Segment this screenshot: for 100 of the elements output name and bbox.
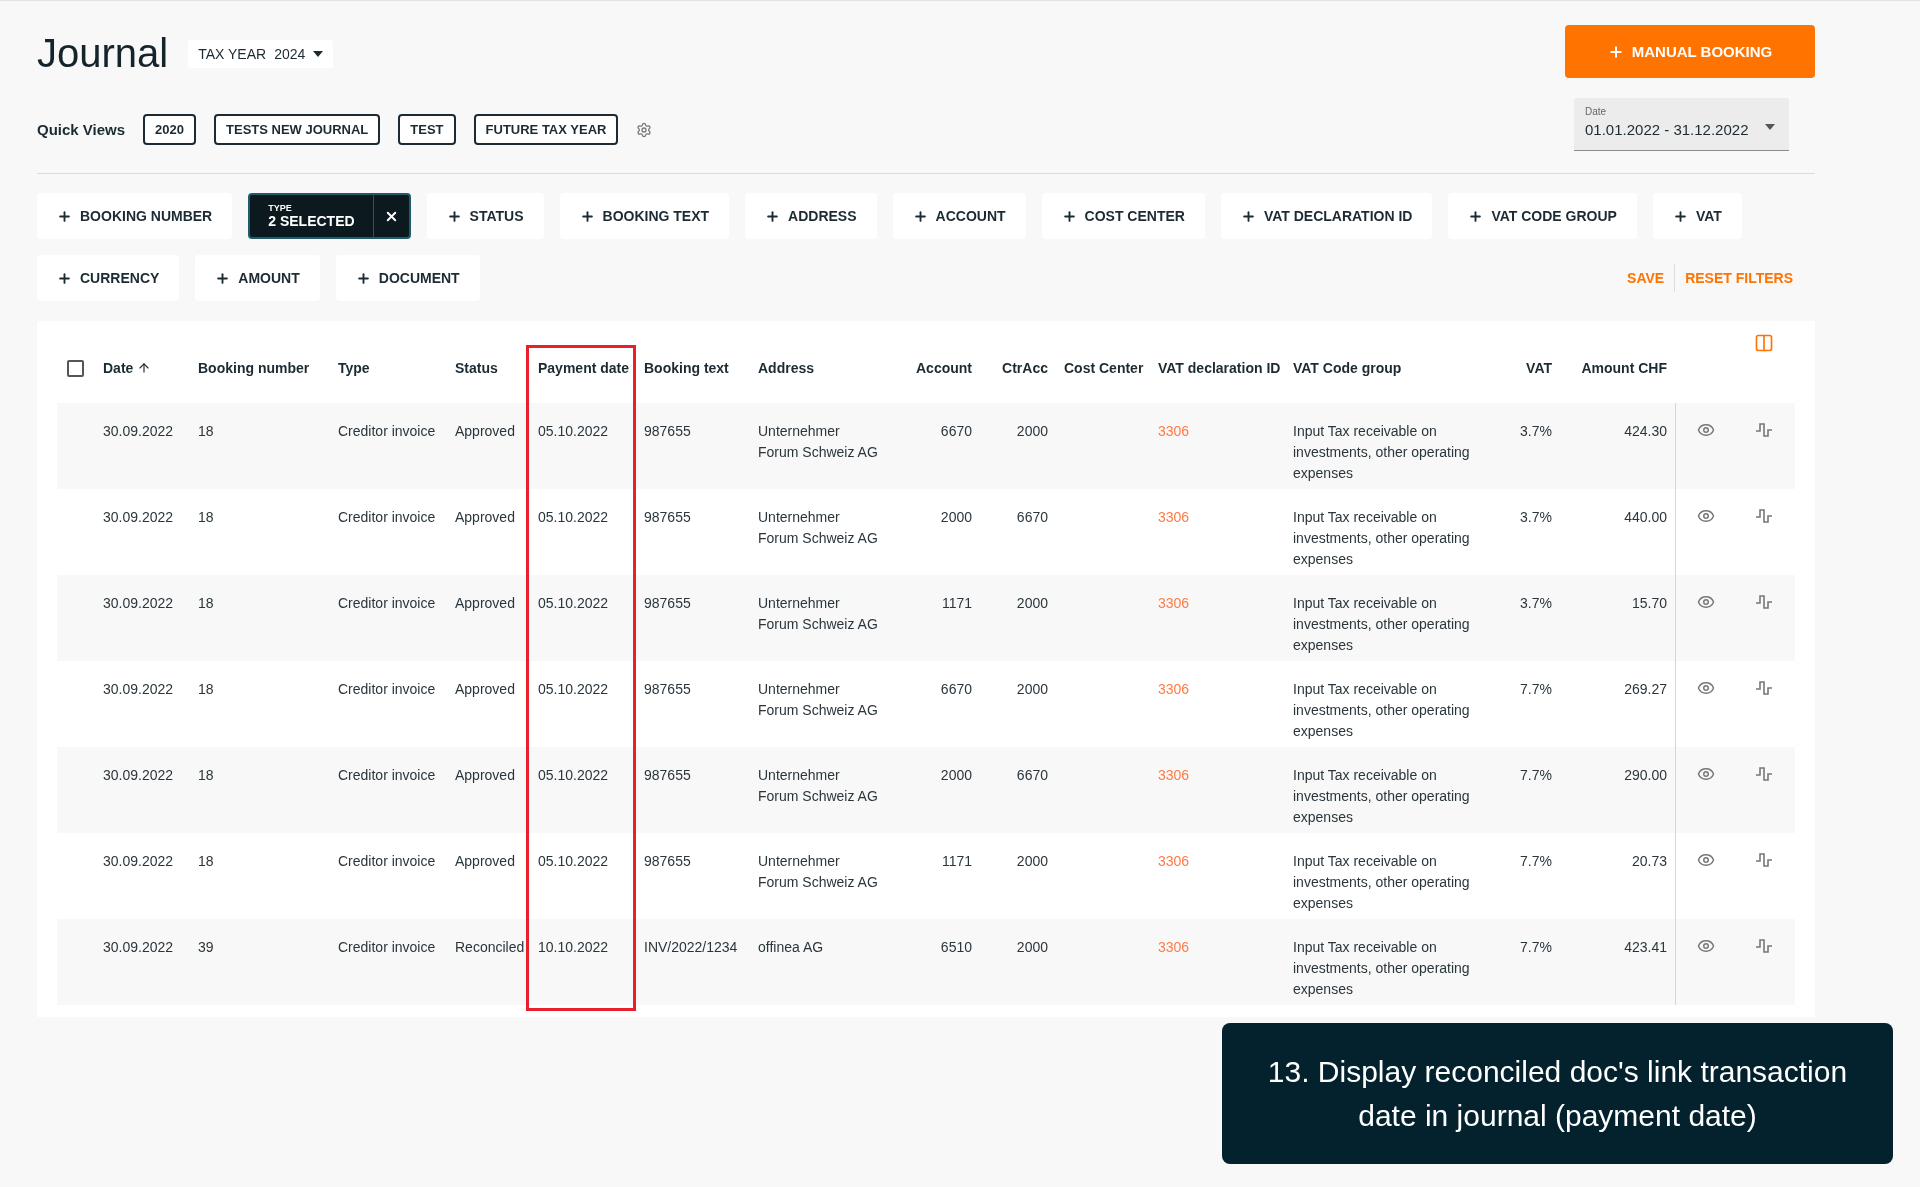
table-cell-text: Input Tax receivable on investments, other operating expenses xyxy=(1292,422,1471,483)
table-cell-text: 6670 xyxy=(939,680,973,699)
add-filter-button[interactable]: VAT DECLARATION ID xyxy=(1220,193,1433,239)
step-line-icon xyxy=(1755,507,1773,525)
table-cell-text: 20.73 xyxy=(1630,852,1668,871)
columns-icon[interactable] xyxy=(1754,333,1774,353)
table-cell-text: offinea AG xyxy=(757,938,825,957)
plus-icon xyxy=(355,270,371,286)
step-line-icon xyxy=(1755,679,1773,697)
column-header[interactable]: Date xyxy=(95,360,190,376)
table-cell-text: Input Tax receivable on investments, other operating expenses xyxy=(1292,680,1471,741)
table-cell-text: 18 xyxy=(197,766,215,785)
table-cell-text: 424.30 xyxy=(1623,422,1668,441)
table-cell-text: 987655 xyxy=(643,594,692,613)
column-header[interactable]: Booking number xyxy=(190,360,330,376)
table-cell-text: 987655 xyxy=(643,680,692,699)
add-filter-button[interactable]: AMOUNT xyxy=(195,255,320,301)
add-filter-button[interactable]: STATUS xyxy=(426,193,544,239)
table-cell-text: Unternehmer Forum Schweiz AG xyxy=(757,852,879,892)
table-cell-text: Creditor invoice xyxy=(337,938,437,957)
type-filter-button[interactable]: TYPE 2 SELECTED xyxy=(250,195,373,237)
table-cell-text: Approved xyxy=(454,594,516,613)
table-cell-text: 05.10.2022 xyxy=(537,422,610,441)
column-header[interactable]: Type xyxy=(330,360,447,376)
add-filter-button[interactable]: BOOKING NUMBER xyxy=(37,193,233,239)
column-header[interactable]: VAT Code group xyxy=(1285,360,1500,376)
table-cell-text: 987655 xyxy=(643,422,692,441)
table-cell-text: 6510 xyxy=(939,938,973,957)
table-cell-text: 7.7% xyxy=(1519,852,1553,871)
table-cell-text: 3.7% xyxy=(1519,594,1553,613)
plus-icon xyxy=(1672,208,1688,224)
table-cell-text: 18 xyxy=(197,594,215,613)
table-cell-text: Creditor invoice xyxy=(337,852,437,871)
table-cell-text: 7.7% xyxy=(1519,938,1553,957)
page-title: Journal xyxy=(37,31,169,76)
add-filter-button[interactable]: DOCUMENT xyxy=(335,255,480,301)
table-cell-text: 05.10.2022 xyxy=(537,766,610,785)
caret-icon xyxy=(1765,124,1775,130)
table-cell-text: Unternehmer Forum Schweiz AG xyxy=(757,766,879,806)
table-cell-text: 10.10.2022 xyxy=(537,938,610,957)
table-cell-text: Creditor invoice xyxy=(337,680,437,699)
quick-view-chip[interactable]: FUTURE TAX YEAR xyxy=(473,114,619,145)
add-filter-button[interactable]: VAT xyxy=(1652,193,1742,239)
table-cell-text: 987655 xyxy=(643,852,692,871)
table-cell-text: Input Tax receivable on investments, other operating expenses xyxy=(1292,508,1471,569)
table-cell-text: Creditor invoice xyxy=(337,594,437,613)
table-cell-text: 2000 xyxy=(1015,852,1049,871)
table-cell-text: 18 xyxy=(197,852,215,871)
column-header[interactable]: Cost Center xyxy=(1056,360,1150,376)
table-cell-text: Approved xyxy=(454,766,516,785)
plus-icon xyxy=(57,208,72,224)
plus-icon xyxy=(1240,208,1256,224)
add-filter-button[interactable]: CURRENCY xyxy=(37,255,180,301)
quick-view-chip[interactable]: TESTS NEW JOURNAL xyxy=(214,114,381,145)
quick-view-chip[interactable]: TEST xyxy=(398,114,456,145)
add-filter-button[interactable]: ADDRESS xyxy=(745,193,877,239)
table-cell-text: Unternehmer Forum Schweiz AG xyxy=(757,422,879,462)
table-cell-text: 6670 xyxy=(1015,508,1049,527)
column-header[interactable]: Payment date xyxy=(530,360,636,376)
table-cell-text: 05.10.2022 xyxy=(537,852,610,871)
add-filter-button[interactable]: ACCOUNT xyxy=(892,193,1026,239)
column-header[interactable]: VAT xyxy=(1500,360,1560,376)
column-header[interactable]: VAT declaration ID xyxy=(1150,360,1285,376)
step-line-icon xyxy=(1755,765,1773,783)
table-cell-text: 18 xyxy=(197,508,215,527)
table-cell-text: 30.09.2022 xyxy=(102,766,175,785)
plus-icon xyxy=(912,208,928,224)
eye-icon xyxy=(1696,679,1715,697)
table-cell-text: 3.7% xyxy=(1519,508,1553,527)
add-filter-button[interactable]: BOOKING TEXT xyxy=(559,193,730,239)
add-filter-button[interactable]: COST CENTER xyxy=(1041,193,1205,239)
column-header[interactable]: Account xyxy=(900,360,980,376)
table-cell-text: 3.7% xyxy=(1519,422,1553,441)
table-cell-text: 440.00 xyxy=(1623,508,1668,527)
caret-icon xyxy=(313,50,324,57)
tax-year-select[interactable]: TAX YEAR 2024 xyxy=(188,39,334,68)
column-header[interactable]: Booking text xyxy=(636,360,750,376)
column-header[interactable]: Amount CHF xyxy=(1560,360,1675,376)
table-cell-text: 30.09.2022 xyxy=(102,422,175,441)
eye-icon xyxy=(1696,507,1715,525)
table-cell-text: 30.09.2022 xyxy=(102,594,175,613)
quick-view-chip[interactable]: 2020 xyxy=(143,114,197,145)
table-cell-text: 39 xyxy=(197,938,215,957)
eye-icon xyxy=(1696,765,1715,783)
settings-icon[interactable] xyxy=(636,121,653,138)
column-header[interactable]: Address xyxy=(750,360,900,376)
table-cell-text: 290.00 xyxy=(1623,766,1668,785)
table-cell-text: 2000 xyxy=(939,766,973,785)
column-header[interactable]: Status xyxy=(447,360,530,376)
column-header[interactable]: CtrAcc xyxy=(980,360,1056,376)
step-line-icon xyxy=(1755,937,1773,955)
plus-icon xyxy=(57,270,72,286)
table-cell-text: 15.70 xyxy=(1630,594,1668,613)
date-range-field[interactable]: Date 01.01.2022 - 31.12.2022 xyxy=(1574,98,1789,151)
select-all-checkbox[interactable] xyxy=(67,359,84,377)
table-cell-text: 7.7% xyxy=(1519,766,1553,785)
table-cell-text: 30.09.2022 xyxy=(102,680,175,699)
step-line-icon xyxy=(1755,593,1773,611)
add-filter-button[interactable]: VAT CODE GROUP xyxy=(1448,193,1637,239)
table-cell-text: Input Tax receivable on investments, other operating expenses xyxy=(1292,938,1471,999)
